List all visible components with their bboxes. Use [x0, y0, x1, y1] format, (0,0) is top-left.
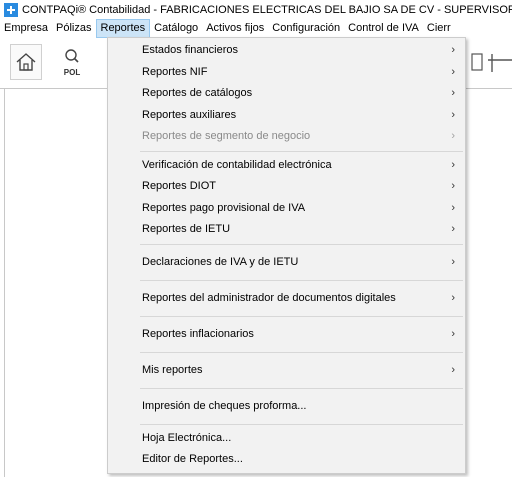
home-icon [16, 53, 36, 71]
menu-item-mis-reportes[interactable]: Mis reportes › [108, 356, 465, 385]
menu-reportes[interactable]: Reportes [95, 19, 151, 38]
app-icon [4, 2, 18, 17]
menu-item-label: Reportes del administrador de documentos… [142, 291, 396, 304]
menu-item-label: Reportes inflacionarios [142, 327, 254, 340]
menu-item-impresion-cheques[interactable]: Impresión de cheques proforma... [108, 392, 465, 421]
chevron-right-icon: › [451, 130, 455, 142]
menu-item-declaraciones-iva-ietu[interactable]: Declaraciones de IVA y de IETU › [108, 248, 465, 277]
menu-item-label: Reportes de IETU [142, 223, 231, 235]
chevron-right-icon: › [451, 158, 455, 171]
chevron-right-icon: › [451, 180, 455, 192]
chevron-right-icon: › [451, 223, 455, 235]
menu-item-label: Mis reportes [142, 363, 203, 376]
workspace-border [4, 89, 5, 477]
menu-separator [140, 243, 463, 245]
menu-item-label: Editor de Reportes... [142, 453, 243, 465]
menu-configuracion[interactable]: Configuración [268, 19, 344, 38]
menu-item-label: Reportes NIF [142, 65, 208, 78]
menu-item-reportes-catalogos[interactable]: Reportes de catálogos › [108, 83, 465, 105]
menu-item-reportes-nif[interactable]: Reportes NIF › [108, 62, 465, 84]
menu-item-reportes-admin-documentos[interactable]: Reportes del administrador de documentos… [108, 284, 465, 313]
menu-item-label: Hoja Electrónica... [142, 431, 232, 444]
reportes-dropdown-menu: Estados financieros › Reportes NIF › Rep… [107, 37, 466, 474]
menu-item-label: Reportes auxiliares [142, 108, 237, 121]
menu-separator [140, 423, 463, 425]
chevron-right-icon: › [451, 44, 455, 56]
menu-bar: Empresa Pólizas Reportes Catálogo Activo… [0, 19, 512, 38]
menu-item-reportes-diot[interactable]: Reportes DIOT › [108, 176, 465, 198]
chevron-right-icon: › [451, 108, 455, 121]
chevron-right-icon: › [451, 87, 455, 99]
title-bar: CONTPAQi® Contabilidad - FABRICACIONES E… [0, 0, 512, 19]
home-button[interactable] [10, 44, 42, 80]
menu-item-verificacion-contabilidad[interactable]: Verificación de contabilidad electrónica… [108, 155, 465, 177]
menu-item-reportes-segmento-negocio: Reportes de segmento de negocio › [108, 126, 465, 148]
chevron-right-icon: › [451, 201, 455, 214]
menu-item-editor-reportes[interactable]: Editor de Reportes... [108, 449, 465, 471]
chevron-right-icon: › [451, 363, 455, 376]
menu-item-estados-financieros[interactable]: Estados financieros › [108, 40, 465, 62]
menu-item-label: Reportes de segmento de negocio [142, 130, 311, 142]
menu-item-label: Reportes de catálogos [142, 87, 253, 99]
search-icon [65, 49, 79, 63]
menu-separator [140, 387, 463, 389]
chevron-right-icon: › [451, 65, 455, 78]
menu-item-hoja-electronica[interactable]: Hoja Electrónica... [108, 428, 465, 450]
window-title: CONTPAQi® Contabilidad - FABRICACIONES E… [22, 3, 512, 16]
menu-item-reportes-inflacionarios[interactable]: Reportes inflacionarios › [108, 320, 465, 349]
menu-control-iva[interactable]: Control de IVA [344, 19, 423, 38]
menu-separator [140, 351, 463, 353]
menu-empresa[interactable]: Empresa [0, 19, 52, 38]
menu-cierre[interactable]: Cierr [423, 19, 455, 38]
toolbar-partial-icon [471, 53, 512, 72]
chevron-right-icon: › [451, 255, 455, 268]
menu-item-reportes-auxiliares[interactable]: Reportes auxiliares › [108, 105, 465, 127]
menu-activos-fijos[interactable]: Activos fijos [202, 19, 268, 38]
menu-item-label: Impresión de cheques proforma... [142, 399, 307, 412]
menu-item-label: Declaraciones de IVA y de IETU [142, 255, 299, 268]
polizas-button[interactable]: POL [56, 44, 88, 80]
toolbar-right-icons [466, 48, 512, 78]
menu-item-label: Reportes pago provisional de IVA [142, 201, 306, 214]
chevron-right-icon: › [451, 291, 455, 304]
menu-item-reportes-ietu[interactable]: Reportes de IETU › [108, 219, 465, 241]
chevron-right-icon: › [451, 327, 455, 340]
menu-separator [140, 279, 463, 281]
pol-label: POL [63, 68, 81, 77]
menu-separator [140, 315, 463, 317]
menu-separator [140, 150, 463, 152]
menu-item-reportes-pago-provisional-iva[interactable]: Reportes pago provisional de IVA › [108, 198, 465, 220]
menu-item-label: Verificación de contabilidad electrónica [142, 158, 332, 171]
menu-item-label: Estados financieros [142, 44, 238, 56]
menu-catalogo[interactable]: Catálogo [150, 19, 202, 38]
menu-item-label: Reportes DIOT [142, 180, 216, 192]
menu-polizas[interactable]: Pólizas [52, 19, 95, 38]
